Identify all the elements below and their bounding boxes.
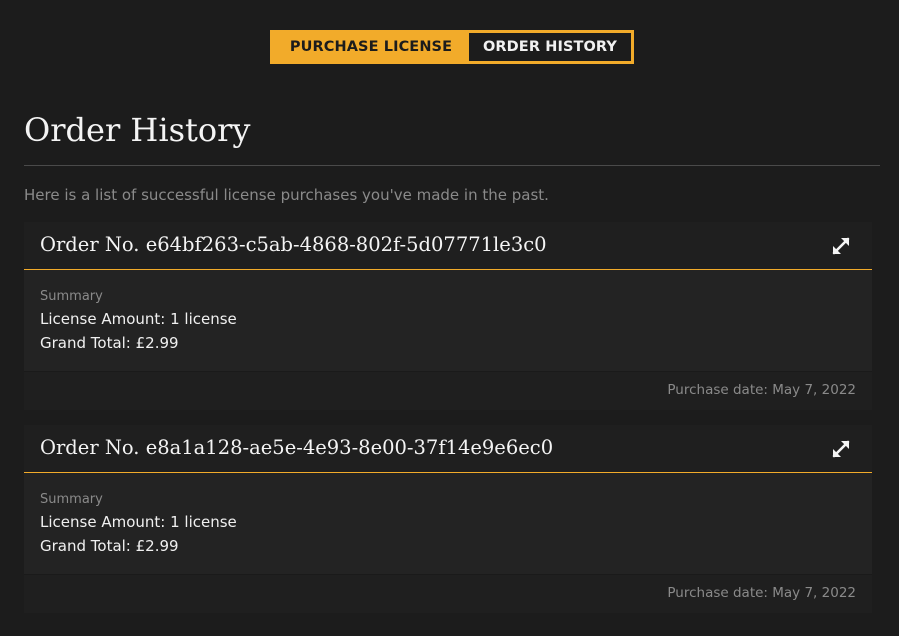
summary-label: Summary [40, 289, 103, 304]
license-amount: License Amount: 1 license [40, 310, 237, 328]
tab-order-history[interactable]: ORDER HISTORY [469, 33, 631, 61]
license-amount: License Amount: 1 license [40, 513, 237, 531]
purchase-date: Purchase date: May 7, 2022 [667, 382, 856, 398]
expand-icon[interactable] [830, 438, 852, 460]
order-card-footer: Purchase date: May 7, 2022 [24, 371, 872, 410]
order-card: Order No. e64bf263-c5ab-4868-802f-5d0777… [24, 222, 872, 410]
order-card-footer: Purchase date: May 7, 2022 [24, 574, 872, 613]
page-title: Order History [24, 111, 251, 149]
summary-label: Summary [40, 492, 103, 507]
title-divider [24, 165, 880, 166]
purchase-date: Purchase date: May 7, 2022 [667, 585, 856, 601]
order-card-header: Order No. e64bf263-c5ab-4868-802f-5d0777… [24, 222, 872, 270]
order-card: Order No. e8a1a128-ae5e-4e93-8e00-37f14e… [24, 425, 872, 613]
page-subtitle: Here is a list of successful license pur… [24, 186, 549, 204]
tab-switcher: PURCHASE LICENSE ORDER HISTORY [270, 30, 634, 64]
order-summary: Summary License Amount: 1 license Grand … [24, 270, 872, 371]
expand-icon[interactable] [830, 235, 852, 257]
order-history-page: PURCHASE LICENSE ORDER HISTORY Order His… [0, 0, 899, 636]
grand-total: Grand Total: £2.99 [40, 537, 179, 555]
order-summary: Summary License Amount: 1 license Grand … [24, 473, 872, 574]
order-number: Order No. e8a1a128-ae5e-4e93-8e00-37f14e… [40, 436, 554, 459]
grand-total: Grand Total: £2.99 [40, 334, 179, 352]
tab-purchase-license[interactable]: PURCHASE LICENSE [273, 33, 469, 61]
order-number: Order No. e64bf263-c5ab-4868-802f-5d0777… [40, 233, 547, 256]
order-card-header: Order No. e8a1a128-ae5e-4e93-8e00-37f14e… [24, 425, 872, 473]
